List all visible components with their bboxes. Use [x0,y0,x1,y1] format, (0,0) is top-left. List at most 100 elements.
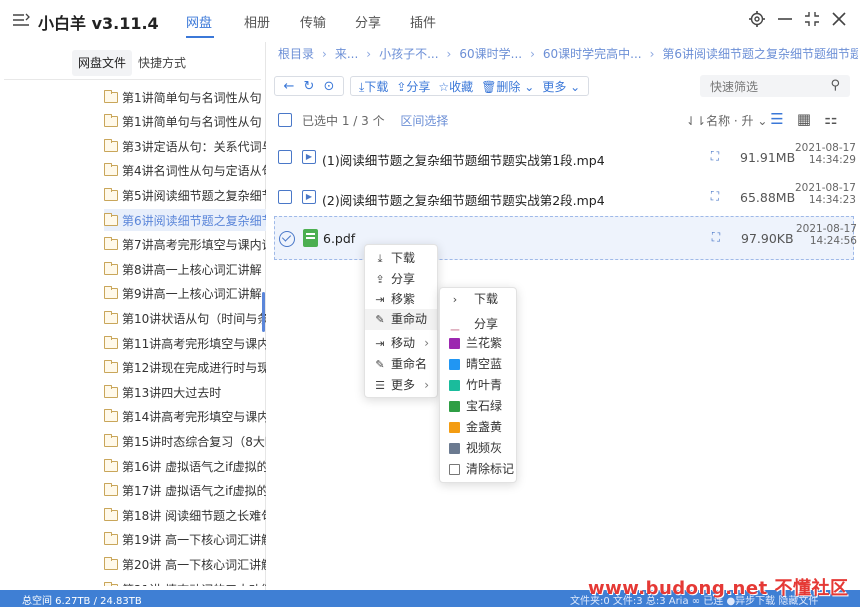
delete-button[interactable]: 🗑删除 ⌄ [481,78,534,95]
grid-view-icon[interactable]: ▦ [793,108,815,130]
color-swatch [449,338,460,349]
file-name: (2)阅读细节题之复杂细节题细节题实战第2段.mp4 [322,193,605,208]
download-icon: ⤓ [377,252,383,265]
submenu-item-tag-blue[interactable]: 晴空蓝 [440,354,516,375]
preview-icon[interactable]: ⛶ [708,149,722,163]
nav-button-group: ← ↻ ⊙ [274,76,344,96]
submenu-item-share[interactable]: ▁ 分享 [440,314,516,335]
submenu-item-tag-green[interactable]: 宝石绿 [440,396,516,417]
submenu-label: 兰花紫 [466,336,503,350]
tab-album[interactable]: 相册 [244,12,270,31]
tree-folder-item[interactable]: 第8讲高一上核心词汇讲解 [104,258,266,280]
tree-folder-item[interactable]: 第11讲高考完形填空与课内词汇 [104,332,266,354]
tree-folder-item[interactable]: 第12讲现在完成进行时与现在 [104,357,266,379]
tab-drive-files[interactable]: 网盘文件 [72,50,133,76]
sidebar-tabs: 网盘文件 快捷方式 [72,50,192,76]
tree-folder-item[interactable]: 第16讲 虚拟语气之if虚拟的 [104,455,266,477]
favorite-button[interactable]: ☆收藏 [438,78,473,95]
list-view-icon[interactable]: ☰ [766,108,788,130]
tree-folder-item[interactable]: 第17讲 虚拟语气之if虚拟的 [104,480,266,502]
selected-check-icon[interactable] [279,231,295,247]
tree-folder-item[interactable]: 第1讲简单句与名词性从句 [104,86,266,108]
row-checkbox[interactable] [278,150,292,164]
folder-icon [104,237,118,251]
tree-folder-item[interactable]: 第15讲时态综合复习（8大时态） [104,430,266,452]
tree-folder-item[interactable]: 第1讲简单句与名词性从句 [104,111,266,133]
tree-folder-item[interactable]: 第10讲状语从句（时间与条件） [104,307,266,329]
submenu-item-tag-purple[interactable]: 兰花紫 [440,333,516,354]
tree-folder-item[interactable]: 第20讲 高一下核心词汇讲解 [104,553,266,575]
preview-icon[interactable]: ⛶ [709,230,723,244]
tab-share[interactable]: 分享 [355,12,381,31]
tree-folder-item[interactable]: 第4讲名词性从句与定语从句 [104,160,266,182]
menu-item-share[interactable]: ⇪ 分享 [365,269,437,290]
large-grid-view-icon[interactable]: ⚏ [820,108,842,130]
chevron-right-icon: › [424,336,429,350]
more-button[interactable]: 更多 ⌄ [542,78,580,95]
file-row[interactable]: ▶ (1)阅读细节题之复杂细节题细节题实战第1段.mp4 ⛶ 91.91MB 2… [274,136,856,180]
tree-folder-item[interactable]: 第13讲四大过去时 [104,381,266,403]
breadcrumb: 根目录 › 来... › 小孩子不... › 60课时学... › 60课时学完高中... › 第6… [278,45,858,63]
submenu-item-tag-yellow[interactable]: 金盏黄 [440,417,516,438]
breadcrumb-item[interactable]: 60课时学... [459,47,522,61]
settings-gear-icon[interactable] [748,10,766,28]
tab-shortcuts[interactable]: 快捷方式 [132,50,192,76]
breadcrumb-separator: › [366,47,372,61]
breadcrumb-item[interactable]: 60课时学完高中... [543,47,642,61]
breadcrumb-item[interactable]: 来... [335,47,358,61]
breadcrumb-item[interactable]: 第6讲阅读细节题之复杂细节题细节题实战 [662,47,858,61]
share-button[interactable]: ⇪分享 [396,78,430,95]
delete-label: 删除 [496,79,521,94]
menu-icon[interactable] [12,11,30,29]
breadcrumb-item[interactable]: 小孩子不... [379,47,438,61]
submenu-item-tag-gray[interactable]: 视频灰 [440,438,516,459]
refresh-icon[interactable]: ↻ [300,79,318,94]
chevron-right-icon: › [452,293,458,306]
file-row[interactable]: ▶ (2)阅读细节题之复杂细节题细节题实战第2段.mp4 ⛶ 65.88MB 2… [274,176,856,220]
download-label: 下载 [364,79,389,94]
menu-item-rename[interactable]: ✎ 重命名 [365,354,437,375]
download-button[interactable]: ⤓下载 [359,78,388,95]
submenu-label: 宝石绿 [466,399,503,413]
menu-item-move[interactable]: ⇥ 移动 › [365,333,437,354]
select-all-checkbox[interactable] [278,113,292,127]
selection-bar: 已选中 1 / 3 个 区间选择 ⇃⇂名称 · 升 ⌄ ☰ ▦ ⚏ [274,108,854,132]
tree-scrollbar[interactable] [262,292,265,332]
sort-button[interactable]: ⇃⇂名称 · 升 ⌄ [686,112,767,129]
maximize-icon[interactable] [803,10,821,28]
breadcrumb-item[interactable]: 根目录 [278,47,314,61]
quick-filter-input[interactable]: 快速筛选 ⚲ [700,75,850,97]
tree-folder-item[interactable]: 第3讲定语从句：关系代词与关系副词 [104,135,266,157]
tree-folder-item[interactable]: 第14讲高考完形填空与课内词汇 [104,406,266,428]
back-arrow-icon[interactable]: ← [280,79,298,94]
tab-transfer[interactable]: 传输 [300,12,326,31]
submenu-item-download[interactable]: › 下载 [440,289,516,310]
row-checkbox[interactable] [278,190,292,204]
preview-icon[interactable]: ⛶ [708,189,722,203]
tree-folder-item[interactable]: 第7讲高考完形填空与课内词汇 [104,234,266,256]
locate-icon[interactable]: ⊙ [320,79,338,94]
action-button-group: ⤓下载 ⇪分享 ☆收藏 🗑删除 ⌄ 更多 ⌄ [350,76,590,96]
submenu-item-tag-cyan[interactable]: 竹叶青 [440,375,516,396]
menu-item-rename-ghost[interactable]: ✎ 重命动 [365,309,437,330]
tree-folder-item[interactable]: 第6讲阅读细节题之复杂细节题 [104,209,266,231]
tree-folder-item[interactable]: 第21讲 情态动词的三大功能 [104,578,266,586]
tab-drive[interactable]: 网盘 [186,12,212,31]
menu-item-download[interactable]: ⤓ 下载 [365,248,437,269]
folder-icon [104,556,118,570]
tree-folder-item[interactable]: 第19讲 高一下核心词汇讲解 [104,529,266,551]
file-row-selected[interactable]: 6.pdf ⛶ 97.90KB 2021-08-17 14:24:56 [274,216,857,260]
tree-folder-item[interactable]: 第9讲高一上核心词汇讲解 [104,283,266,305]
file-name: 6.pdf [323,231,356,246]
minimize-icon[interactable] [776,10,794,28]
range-select-link[interactable]: 区间选择 [400,114,448,128]
tree-folder-item[interactable]: 第5讲阅读细节题之复杂细节题 [104,184,266,206]
submenu-item-clear-tag[interactable]: 清除标记 [440,459,516,480]
close-icon[interactable] [830,10,848,28]
storage-usage: 总空间 6.27TB / 24.83TB [22,596,142,607]
tree-folder-item[interactable]: 第18讲 阅读细节题之长难句 [104,504,266,526]
search-icon[interactable]: ⚲ [830,78,840,93]
tab-plugins[interactable]: 插件 [410,12,436,31]
menu-item-more[interactable]: ☰ 更多 › [365,375,437,396]
menu-item-move-ghost[interactable]: ⇥ 移紫 [365,289,437,310]
